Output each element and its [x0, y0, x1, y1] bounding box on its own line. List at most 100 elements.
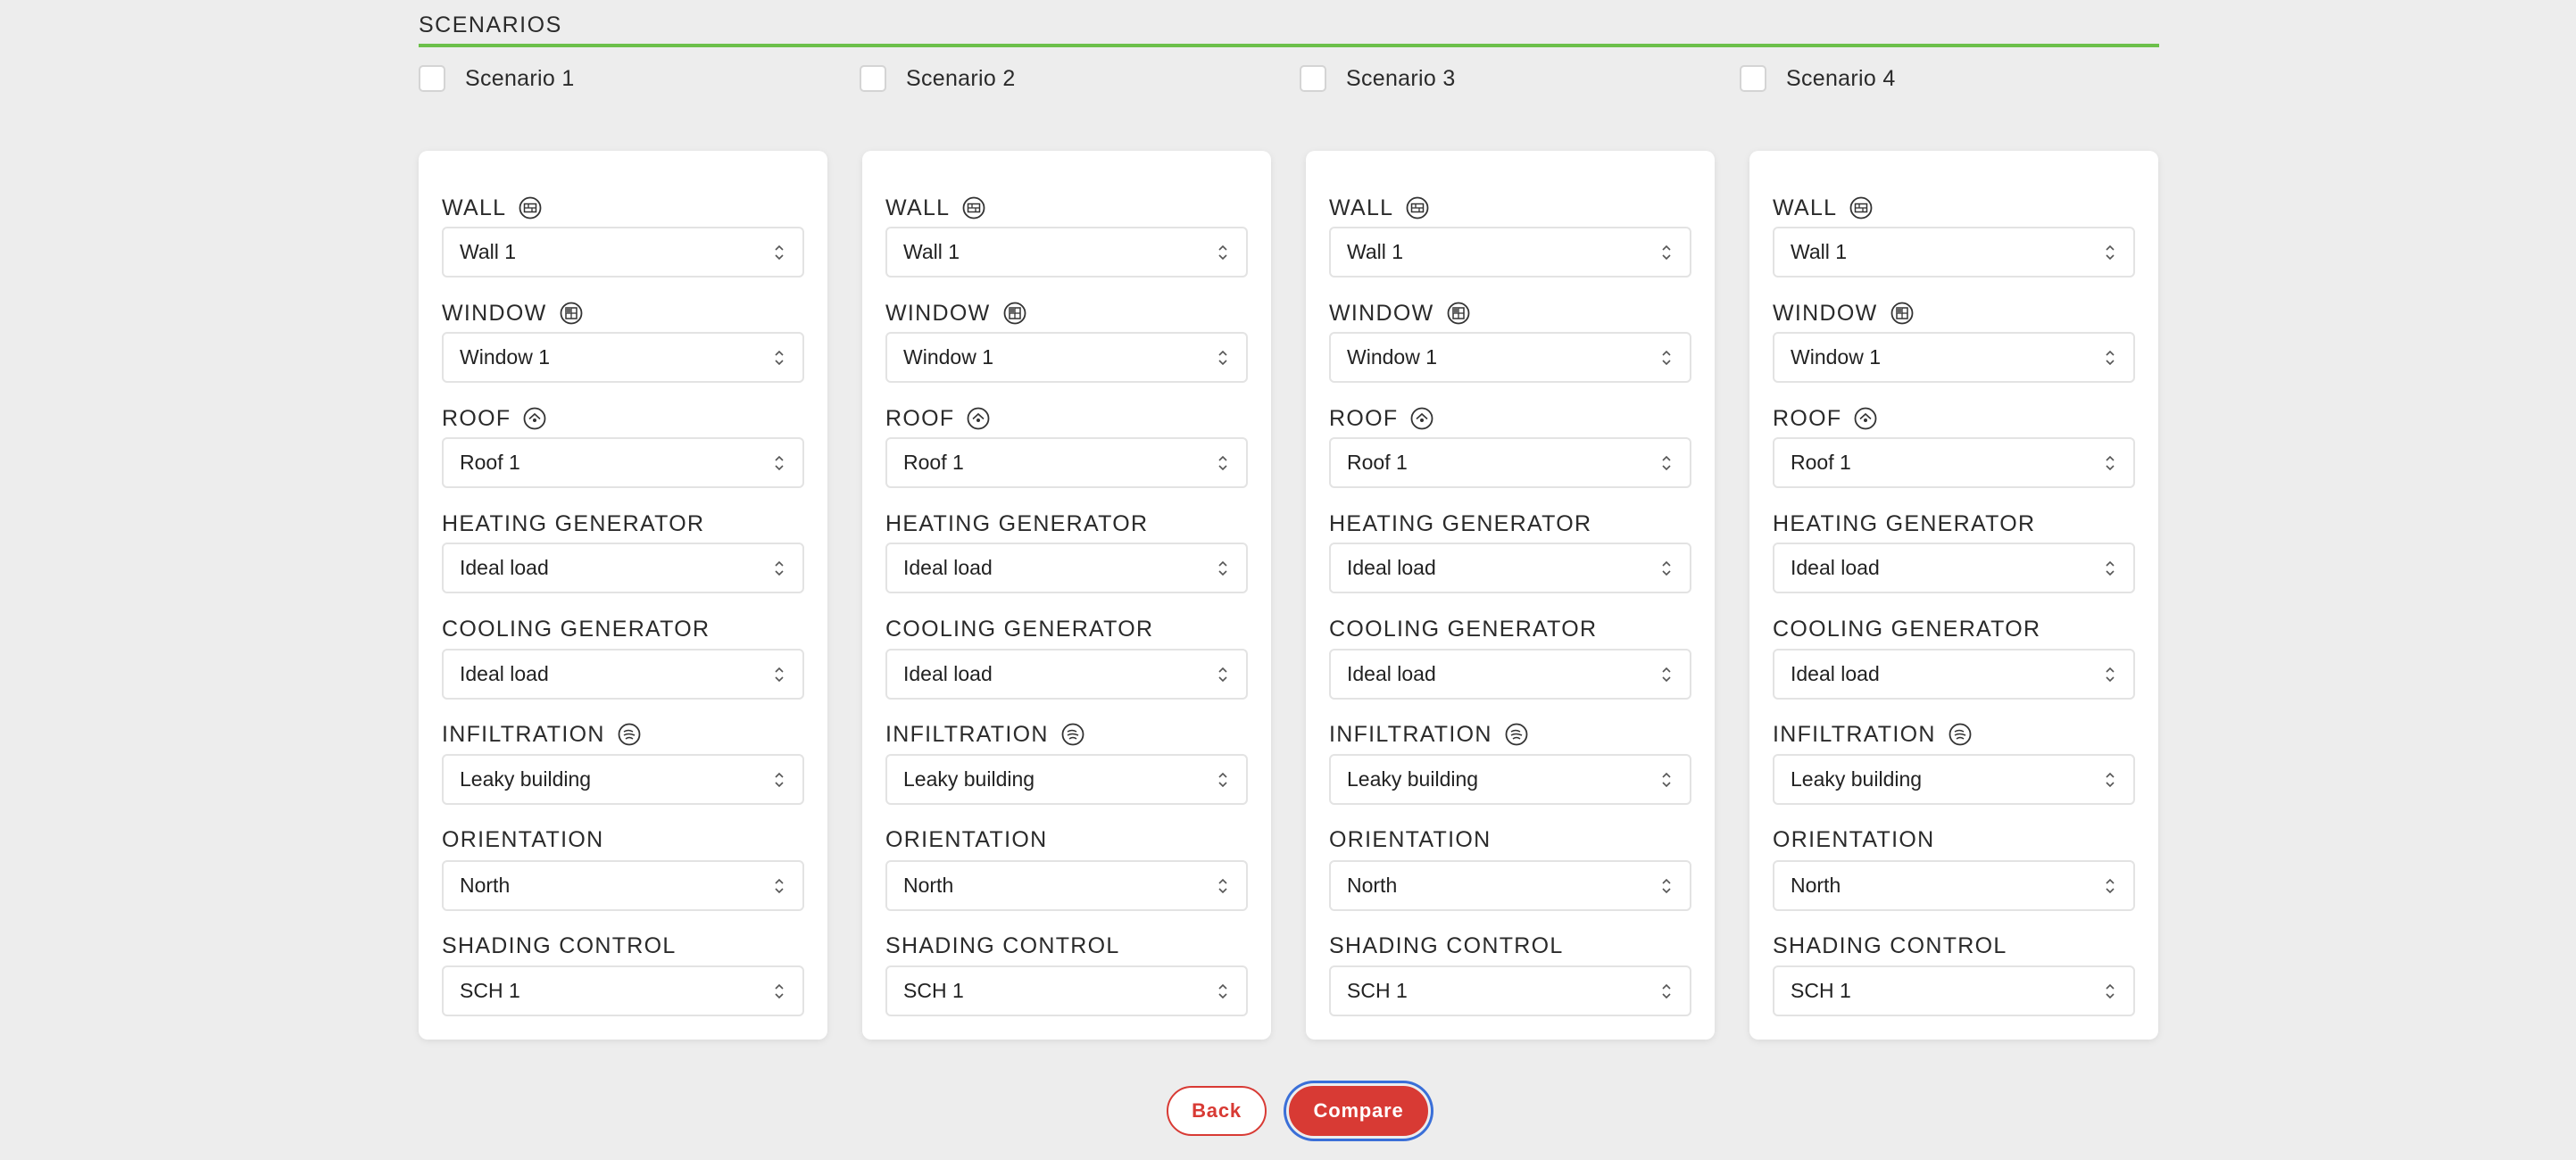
scenario-checkbox-row: Scenario 1 Scenario 2 Scenario 3 Scenari… — [419, 62, 2159, 95]
heating-select-value: Ideal load — [1791, 556, 1880, 579]
cooling-select[interactable]: Ideal load — [1329, 649, 1691, 700]
orientation-select[interactable]: North — [885, 860, 1248, 911]
wall-select[interactable]: Wall 1 — [442, 227, 804, 278]
window-icon — [560, 302, 583, 325]
wall-select[interactable]: Wall 1 — [885, 227, 1248, 278]
window-label-text: WINDOW — [1329, 300, 1434, 326]
chevron-updown-icon — [2106, 455, 2115, 470]
scenario-card-2: WALL Wall 1 WINDOW Window 1 ROOF Roof 1 HEATIN… — [862, 151, 1271, 1040]
heating-select[interactable]: Ideal load — [1329, 543, 1691, 593]
wall-icon — [1849, 196, 1873, 220]
shading-select[interactable]: SCH 1 — [1773, 965, 2135, 1016]
shading-select[interactable]: SCH 1 — [885, 965, 1248, 1016]
roof-select[interactable]: Roof 1 — [442, 437, 804, 488]
heating-field-label: HEATING GENERATOR — [885, 510, 1148, 538]
shading-field-label: SHADING CONTROL — [885, 932, 1120, 960]
scenario-card-4: WALL Wall 1 WINDOW Window 1 ROOF Roof 1 HEATIN… — [1749, 151, 2158, 1040]
shading-select[interactable]: SCH 1 — [442, 965, 804, 1016]
infiltration-field-label: INFILTRATION — [1329, 720, 1528, 749]
wall-icon — [519, 196, 542, 220]
infiltration-icon — [618, 723, 641, 746]
cooling-select-value: Ideal load — [1347, 662, 1436, 685]
orientation-select[interactable]: North — [1329, 860, 1691, 911]
cooling-select[interactable]: Ideal load — [442, 649, 804, 700]
window-select-value: Window 1 — [1347, 345, 1437, 369]
chevron-updown-icon — [1218, 878, 1227, 893]
wall-select[interactable]: Wall 1 — [1329, 227, 1691, 278]
orientation-label-text: ORIENTATION — [442, 826, 604, 852]
roof-field-label: ROOF — [885, 404, 990, 433]
cooling-field-label: COOLING GENERATOR — [1329, 615, 1597, 643]
wall-select-value: Wall 1 — [903, 240, 960, 263]
orientation-field-label: ORIENTATION — [885, 825, 1047, 854]
window-field-label: WINDOW — [885, 299, 1026, 327]
wall-icon — [962, 196, 985, 220]
infiltration-select[interactable]: Leaky building — [885, 754, 1248, 805]
roof-select[interactable]: Roof 1 — [885, 437, 1248, 488]
infiltration-label-text: INFILTRATION — [1329, 721, 1492, 747]
cooling-select[interactable]: Ideal load — [885, 649, 1248, 700]
infiltration-select[interactable]: Leaky building — [1329, 754, 1691, 805]
window-select[interactable]: Window 1 — [1773, 332, 2135, 383]
scenario-4-label: Scenario 4 — [1786, 65, 1896, 91]
scenario-2-checkbox[interactable]: Scenario 2 — [860, 62, 1016, 95]
chevron-updown-icon — [2106, 772, 2115, 787]
wall-select-value: Wall 1 — [1791, 240, 1848, 263]
roof-icon — [523, 407, 546, 430]
window-select[interactable]: Window 1 — [1329, 332, 1691, 383]
shading-select[interactable]: SCH 1 — [1329, 965, 1691, 1016]
scenario-1-checkbox[interactable]: Scenario 1 — [419, 62, 575, 95]
chevron-updown-icon — [1662, 667, 1671, 682]
scenario-1-label: Scenario 1 — [465, 65, 575, 91]
chevron-updown-icon — [2106, 878, 2115, 893]
checkbox-box[interactable] — [860, 65, 886, 92]
window-select[interactable]: Window 1 — [442, 332, 804, 383]
roof-field-label: ROOF — [1773, 404, 1877, 433]
roof-select[interactable]: Roof 1 — [1773, 437, 2135, 488]
roof-label-text: ROOF — [442, 405, 511, 431]
infiltration-icon — [1061, 723, 1084, 746]
wall-icon — [1406, 196, 1429, 220]
back-button[interactable]: Back — [1167, 1086, 1267, 1136]
orientation-field-label: ORIENTATION — [442, 825, 603, 854]
window-select[interactable]: Window 1 — [885, 332, 1248, 383]
shading-select-value: SCH 1 — [460, 979, 520, 1002]
chevron-updown-icon — [1662, 772, 1671, 787]
orientation-select[interactable]: North — [1773, 860, 2135, 911]
shading-select-value: SCH 1 — [1791, 979, 1851, 1002]
shading-field-label: SHADING CONTROL — [1773, 932, 2007, 960]
scenario-4-checkbox[interactable]: Scenario 4 — [1740, 62, 1896, 95]
scenario-card-3: WALL Wall 1 WINDOW Window 1 ROOF Roof 1 HEATIN… — [1306, 151, 1715, 1040]
wall-select[interactable]: Wall 1 — [1773, 227, 2135, 278]
heating-select-value: Ideal load — [1347, 556, 1436, 579]
heating-select[interactable]: Ideal load — [885, 543, 1248, 593]
chevron-updown-icon — [2106, 667, 2115, 682]
cooling-select[interactable]: Ideal load — [1773, 649, 2135, 700]
orientation-select[interactable]: North — [442, 860, 804, 911]
infiltration-label-text: INFILTRATION — [442, 721, 605, 747]
chevron-updown-icon — [775, 560, 784, 576]
roof-select[interactable]: Roof 1 — [1329, 437, 1691, 488]
chevron-updown-icon — [1218, 455, 1227, 470]
infiltration-select-value: Leaky building — [1347, 767, 1479, 791]
heating-select[interactable]: Ideal load — [442, 543, 804, 593]
checkbox-box[interactable] — [1300, 65, 1326, 92]
chevron-updown-icon — [775, 244, 784, 260]
infiltration-label-text: INFILTRATION — [885, 721, 1049, 747]
scenario-3-checkbox[interactable]: Scenario 3 — [1300, 62, 1456, 95]
infiltration-icon — [1949, 723, 1972, 746]
orientation-select-value: North — [903, 874, 954, 897]
infiltration-select-value: Leaky building — [460, 767, 592, 791]
infiltration-select[interactable]: Leaky building — [442, 754, 804, 805]
compare-button[interactable]: Compare — [1289, 1086, 1428, 1136]
checkbox-box[interactable] — [1740, 65, 1766, 92]
heating-select[interactable]: Ideal load — [1773, 543, 2135, 593]
window-select-value: Window 1 — [903, 345, 993, 369]
window-icon — [1003, 302, 1026, 325]
scenario-card-1: WALL Wall 1 WINDOW Window 1 ROOF Roof 1 HEATIN… — [419, 151, 827, 1040]
checkbox-box[interactable] — [419, 65, 445, 92]
heating-field-label: HEATING GENERATOR — [1329, 510, 1591, 538]
chevron-updown-icon — [1218, 983, 1227, 998]
cooling-label-text: COOLING GENERATOR — [1329, 616, 1598, 642]
infiltration-select[interactable]: Leaky building — [1773, 754, 2135, 805]
